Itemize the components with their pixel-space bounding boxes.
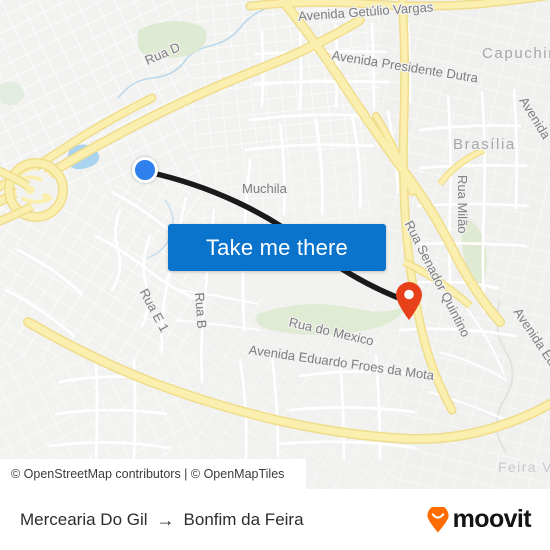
moovit-wordmark: moovit bbox=[452, 505, 532, 533]
map-canvas[interactable]: Rua D Avenida Getúlio Vargas Avenida Pre… bbox=[0, 0, 550, 489]
route-summary: Mercearia Do Gil → Bonfim da Feira bbox=[20, 510, 304, 530]
moovit-logo[interactable]: moovit bbox=[426, 505, 532, 534]
moovit-map-screenshot: Rua D Avenida Getúlio Vargas Avenida Pre… bbox=[0, 0, 550, 550]
take-me-there-button[interactable]: Take me there bbox=[168, 224, 386, 271]
route-origin-label: Mercearia Do Gil bbox=[20, 509, 148, 529]
destination-pin[interactable] bbox=[394, 281, 424, 321]
moovit-pin-icon bbox=[427, 506, 449, 532]
take-me-there-label: Take me there bbox=[205, 234, 348, 260]
origin-dot[interactable] bbox=[132, 157, 158, 183]
map-attribution-text: © OpenStreetMap contributors | © OpenMap… bbox=[11, 467, 285, 481]
route-destination-label: Bonfim da Feira bbox=[183, 509, 304, 529]
arrow-right-icon: → bbox=[156, 509, 175, 530]
map-attribution-bar: © OpenStreetMap contributors | © OpenMap… bbox=[0, 459, 306, 489]
footer-bar: Mercearia Do Gil → Bonfim da Feira moovi… bbox=[0, 489, 550, 550]
